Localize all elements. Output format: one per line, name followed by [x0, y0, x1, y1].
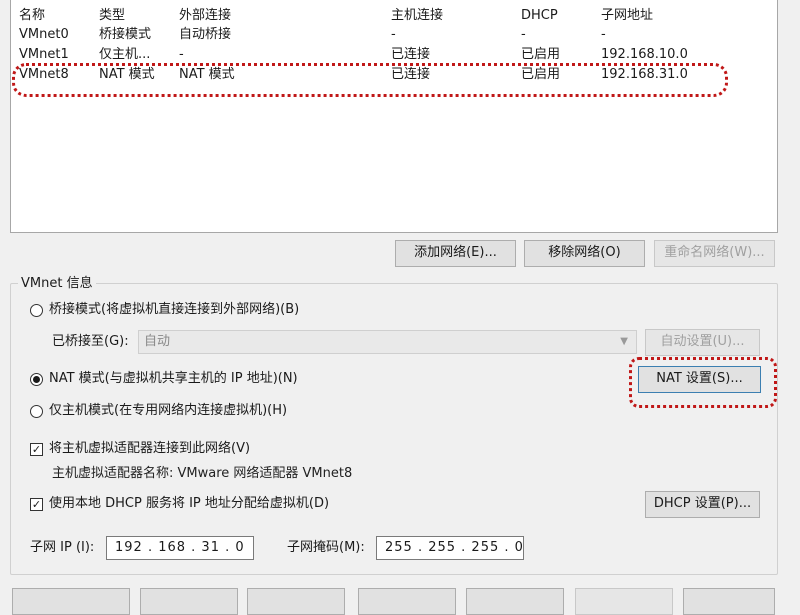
cell-dhcp: -: [521, 27, 526, 42]
bottom-button[interactable]: [358, 588, 456, 615]
use-dhcp-checkbox[interactable]: ✓: [30, 498, 43, 511]
host-only-mode-radio[interactable]: [30, 405, 43, 418]
cell-name: VMnet0: [19, 27, 69, 42]
subnet-ip-field[interactable]: 192 . 168 . 31 . 0: [106, 536, 254, 560]
cell-type: 桥接模式: [99, 27, 152, 42]
bottom-button[interactable]: [683, 588, 775, 615]
column-header-external[interactable]: 外部连接: [179, 7, 231, 25]
bottom-button[interactable]: [466, 588, 564, 615]
chevron-down-icon: ▼: [620, 336, 628, 347]
nat-mode-radio[interactable]: [30, 373, 43, 386]
subnet-mask-label: 子网掩码(M):: [287, 540, 365, 555]
nat-settings-highlight-annotation: [629, 357, 777, 408]
bridged-mode-radio[interactable]: [30, 304, 43, 317]
cell-external: 自动桥接: [179, 27, 232, 42]
bridged-mode-label[interactable]: 桥接模式(将虚拟机直接连接到外部网络)(B): [49, 301, 299, 319]
column-header-host[interactable]: 主机连接: [391, 7, 443, 25]
nat-mode-label[interactable]: NAT 模式(与虚拟机共享主机的 IP 地址)(N): [49, 370, 298, 388]
bridged-to-value: 自动: [144, 334, 171, 349]
bottom-button[interactable]: [247, 588, 345, 615]
table-row[interactable]: VMnet0 桥接模式 自动桥接 - - -: [11, 26, 777, 46]
remove-network-button[interactable]: 移除网络(O): [524, 240, 645, 267]
bridged-to-select[interactable]: 自动 ▼: [138, 330, 637, 354]
auto-settings-button[interactable]: 自动设置(U)...: [645, 329, 760, 356]
cell-host: 已连接: [391, 47, 431, 62]
radio-selected-dot: [33, 376, 40, 383]
connect-adapter-label[interactable]: 将主机虚拟适配器连接到此网络(V): [49, 440, 250, 458]
connect-adapter-checkbox[interactable]: ✓: [30, 443, 43, 456]
column-header-name[interactable]: 名称: [19, 7, 45, 25]
cell-dhcp: 已启用: [521, 47, 561, 62]
bridged-to-label: 已桥接至(G):: [52, 334, 129, 349]
row-highlight-annotation: [12, 63, 728, 97]
dhcp-settings-button[interactable]: DHCP 设置(P)...: [645, 491, 760, 518]
adapter-name-text: 主机虚拟适配器名称: VMware 网络适配器 VMnet8: [52, 466, 353, 481]
bottom-button[interactable]: [12, 588, 130, 615]
cell-host: -: [391, 27, 396, 42]
network-table[interactable]: 名称 类型 外部连接 主机连接 DHCP 子网地址 VMnet0 桥接模式 自动…: [10, 0, 778, 233]
column-header-subnet[interactable]: 子网地址: [601, 7, 653, 25]
subnet-ip-label: 子网 IP (I):: [30, 540, 95, 555]
cell-subnet: -: [601, 27, 606, 42]
vmnet-info-title: VMnet 信息: [18, 276, 96, 292]
add-network-button[interactable]: 添加网络(E)...: [395, 240, 516, 267]
use-dhcp-label[interactable]: 使用本地 DHCP 服务将 IP 地址分配给虚拟机(D): [49, 495, 329, 513]
subnet-mask-field[interactable]: 255 . 255 . 255 . 0: [376, 536, 524, 560]
cell-type: 仅主机...: [99, 47, 151, 62]
cell-name: VMnet1: [19, 47, 69, 62]
bottom-button[interactable]: [140, 588, 238, 615]
rename-network-button[interactable]: 重命名网络(W)...: [654, 240, 775, 267]
bottom-button[interactable]: [575, 588, 673, 615]
vmnet-info-group: [10, 283, 778, 575]
cell-subnet: 192.168.10.0: [601, 47, 688, 62]
host-only-mode-label[interactable]: 仅主机模式(在专用网络内连接虚拟机)(H): [49, 402, 287, 420]
cell-external: -: [179, 47, 184, 62]
column-header-type[interactable]: 类型: [99, 7, 125, 25]
column-header-dhcp[interactable]: DHCP: [521, 7, 558, 25]
